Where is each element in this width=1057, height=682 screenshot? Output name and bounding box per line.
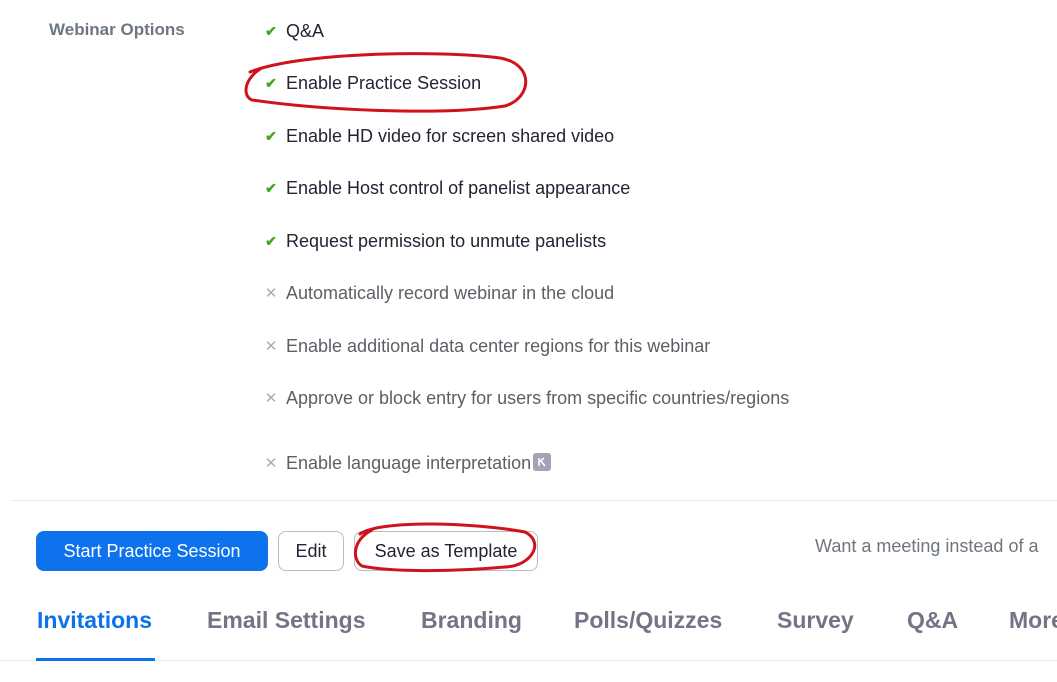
option-country-entry: ✕ Approve or block entry for users from … <box>264 387 790 409</box>
tab-branding[interactable]: Branding <box>421 607 522 634</box>
interpretation-icon[interactable] <box>533 453 552 471</box>
option-label: Automatically record webinar in the clou… <box>286 282 615 303</box>
option-host-control: ✔ Enable Host control of panelist appear… <box>264 177 630 199</box>
x-icon: ✕ <box>264 285 278 302</box>
option-label: Request permission to unmute panelists <box>286 230 607 251</box>
meeting-instead-link[interactable]: Want a meeting instead of a <box>815 536 1038 557</box>
tab-email-settings[interactable]: Email Settings <box>207 607 365 634</box>
option-unmute-permission: ✔ Request permission to unmute panelists <box>264 230 606 252</box>
option-label: Enable language interpretation <box>286 452 532 473</box>
x-icon: ✕ <box>264 455 278 472</box>
option-language-interpretation: ✕ Enable language interpretation <box>264 452 552 474</box>
tab-more[interactable]: More <box>1009 607 1057 634</box>
webinar-options-label: Webinar Options <box>49 20 185 39</box>
check-icon: ✔ <box>265 127 277 144</box>
option-label: Approve or block entry for users from sp… <box>286 387 790 408</box>
check-icon: ✔ <box>265 74 277 91</box>
webinar-tabs: Invitations Email Settings Branding Poll… <box>0 600 1057 662</box>
option-label: Q&A <box>286 20 325 41</box>
option-hd-video: ✔ Enable HD video for screen shared vide… <box>264 125 614 147</box>
tab-survey[interactable]: Survey <box>777 607 854 634</box>
webinar-details-page: Webinar Options ✔ Q&A ✔ Enable Practice … <box>0 0 1057 682</box>
active-tab-indicator <box>36 658 155 661</box>
x-icon: ✕ <box>264 338 278 355</box>
option-qa: ✔ Q&A <box>264 20 324 42</box>
option-label: Enable additional data center regions fo… <box>286 335 711 356</box>
x-icon: ✕ <box>264 390 278 407</box>
tab-qa[interactable]: Q&A <box>907 607 958 634</box>
option-data-center-regions: ✕ Enable additional data center regions … <box>264 335 711 357</box>
edit-button[interactable]: Edit <box>278 531 344 571</box>
option-label: Enable Host control of panelist appearan… <box>286 177 631 198</box>
check-icon: ✔ <box>265 22 277 39</box>
option-cloud-record: ✕ Automatically record webinar in the cl… <box>264 282 614 304</box>
tab-polls-quizzes[interactable]: Polls/Quizzes <box>574 607 722 634</box>
option-practice-session: ✔ Enable Practice Session <box>264 72 481 94</box>
tabs-divider <box>0 660 1057 661</box>
option-label: Enable HD video for screen shared video <box>286 125 615 146</box>
start-practice-session-button[interactable]: Start Practice Session <box>36 531 268 571</box>
check-icon: ✔ <box>265 232 277 249</box>
tab-invitations[interactable]: Invitations <box>37 607 152 634</box>
save-as-template-button[interactable]: Save as Template <box>354 531 538 571</box>
option-label: Enable Practice Session <box>286 72 482 93</box>
section-divider <box>10 500 1057 501</box>
check-icon: ✔ <box>265 179 277 196</box>
